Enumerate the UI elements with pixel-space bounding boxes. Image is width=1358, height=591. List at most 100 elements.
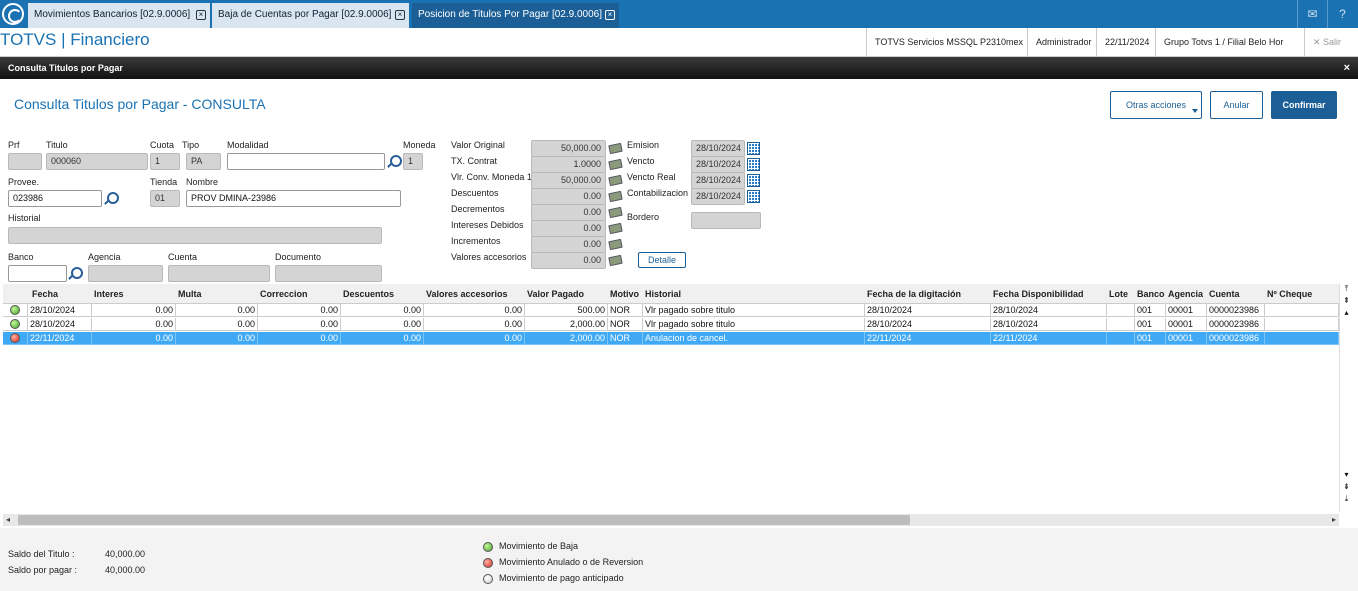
table-row[interactable] [3,384,1339,397]
column-header[interactable]: Cuenta [1207,284,1265,304]
scroll-right-icon[interactable]: ▸ [1332,514,1336,526]
date-info: 22/11/2024 [1096,28,1155,56]
scroll-page-down-icon[interactable]: ⇟ [1341,482,1352,493]
table-row[interactable]: 28/10/2024 0.00 0.00 0.00 0.00 0.00 2,00… [3,318,1339,331]
column-header[interactable]: Correccion [258,284,341,304]
close-icon[interactable]: × [605,10,615,20]
column-header[interactable]: Fecha de la digitación [865,284,991,304]
close-icon[interactable]: × [395,10,405,20]
valores-accesorios-field[interactable]: 0.00 [531,252,606,269]
currency-icon[interactable] [608,142,623,155]
scroll-top-icon[interactable]: ⤒ [1341,284,1352,295]
totvs-logo-icon[interactable] [2,3,24,25]
decrementos-field[interactable]: 0.00 [531,204,606,221]
banco-field[interactable] [8,265,67,282]
search-icon[interactable] [104,192,119,205]
valor-original-field[interactable]: 50,000.00 [531,140,606,157]
table-cell [1265,304,1339,317]
agencia-field[interactable] [88,265,163,282]
vlr-conv-field[interactable]: 50,000.00 [531,172,606,189]
bordero-field[interactable] [691,212,761,229]
column-header[interactable]: Lote [1107,284,1135,304]
vencto-real-field[interactable]: 28/10/2024 [691,172,745,189]
moneda-field[interactable]: 1 [403,153,423,170]
scrollbar-thumb[interactable] [18,515,910,525]
calendar-icon[interactable] [747,190,760,203]
table-row[interactable]: 22/11/2024 0.00 0.00 0.00 0.00 0.00 2,00… [3,332,1339,345]
table-cell: 0.00 [258,318,341,331]
column-header[interactable]: Banco [1135,284,1166,304]
cuenta-field[interactable] [168,265,270,282]
nombre-field[interactable]: PROV DMINA-23986 [186,190,401,207]
historial-field[interactable] [8,227,382,244]
search-icon[interactable] [68,267,83,280]
currency-icon[interactable] [608,254,623,267]
close-icon[interactable]: × [196,10,206,20]
column-header[interactable]: Fecha Disponibilidad [991,284,1107,304]
column-header[interactable]: Motivo [608,284,643,304]
currency-icon[interactable] [608,158,623,171]
intereses-debidos-field[interactable]: 0.00 [531,220,606,237]
column-header[interactable]: Fecha [30,284,92,304]
tx-contrat-field[interactable]: 1.0000 [531,156,606,173]
calendar-icon[interactable] [747,174,760,187]
column-header[interactable]: Valores accesorios [424,284,525,304]
column-header[interactable]: Historial [643,284,865,304]
calendar-icon[interactable] [747,158,760,171]
column-header[interactable]: Descuentos [341,284,424,304]
prf-field[interactable] [8,153,42,170]
scroll-up-icon[interactable]: ▴ [1341,308,1352,319]
help-icon[interactable]: ? [1327,0,1357,28]
vencto-field[interactable]: 28/10/2024 [691,156,745,173]
currency-icon[interactable] [608,174,623,187]
descuentos-label: Descuentos [451,188,499,198]
cancel-button[interactable]: Anular [1210,91,1263,119]
tab-baja-cuentas[interactable]: Baja de Cuentas por Pagar [02.9.0006] × [212,3,409,28]
search-icon[interactable] [387,155,402,168]
contabilizacion-field[interactable]: 28/10/2024 [691,188,745,205]
scroll-bottom-icon[interactable]: ⤓ [1341,494,1352,505]
modalidad-field[interactable] [227,153,385,170]
currency-icon[interactable] [608,222,623,235]
cuota-field[interactable]: 1 [150,153,180,170]
table-cell: 0000023986 [1207,304,1265,317]
scroll-page-up-icon[interactable]: ⇞ [1341,296,1352,307]
vertical-scrollbar[interactable]: ⤒ ⇞ ▴ ▾ ⇟ ⤓ [1339,284,1353,512]
scroll-down-icon[interactable]: ▾ [1341,470,1352,481]
logout-button[interactable]: ✕ Salir [1304,28,1358,56]
titulo-field[interactable]: 000060 [46,153,148,170]
detalle-button[interactable]: Detalle [638,252,686,268]
other-actions-button[interactable]: Otras acciones [1110,91,1202,119]
tipo-label: Tipo [182,140,200,150]
table-row[interactable]: 28/10/2024 0.00 0.00 0.00 0.00 0.00 500.… [3,304,1339,317]
tab-posicion-titulos[interactable]: Posicion de Titulos Por Pagar [02.9.0006… [412,3,619,28]
moneda-label: Moneda [403,140,436,150]
modalidad-label: Modalidad [227,140,269,150]
documento-field[interactable] [275,265,382,282]
currency-icon[interactable] [608,238,623,251]
scroll-left-icon[interactable]: ◂ [6,514,10,526]
footer-panel: Saldo del Titulo : 40,000.00 Saldo por p… [0,528,1358,591]
currency-icon[interactable] [608,206,623,219]
currency-icon[interactable] [608,190,623,203]
dialog-close-icon[interactable]: × [1344,57,1350,79]
caret-down-icon [1192,109,1198,113]
tab-movimientos-bancarios[interactable]: Movimientos Bancarios [02.9.0006] × [28,3,210,28]
column-header[interactable]: Valor Pagado [525,284,608,304]
column-header[interactable]: Multa [176,284,258,304]
provee-field[interactable]: 023986 [8,190,102,207]
confirm-button[interactable]: Confirmar [1271,91,1337,119]
descuentos-field[interactable]: 0.00 [531,188,606,205]
table-cell: 0.00 [176,318,258,331]
emision-field[interactable]: 28/10/2024 [691,140,745,157]
vlr-conv-label: Vlr. Conv. Moneda 1 [451,172,532,182]
column-header[interactable]: Nº Cheque [1265,284,1339,304]
tienda-field[interactable]: 01 [150,190,180,207]
mail-icon[interactable]: ✉ [1297,0,1327,28]
calendar-icon[interactable] [747,142,760,155]
tipo-field[interactable]: PA [186,153,221,170]
column-header[interactable]: Interes [92,284,176,304]
column-header[interactable]: Agencia [1166,284,1207,304]
horizontal-scrollbar[interactable]: ◂ ▸ [3,514,1339,526]
incrementos-field[interactable]: 0.00 [531,236,606,253]
